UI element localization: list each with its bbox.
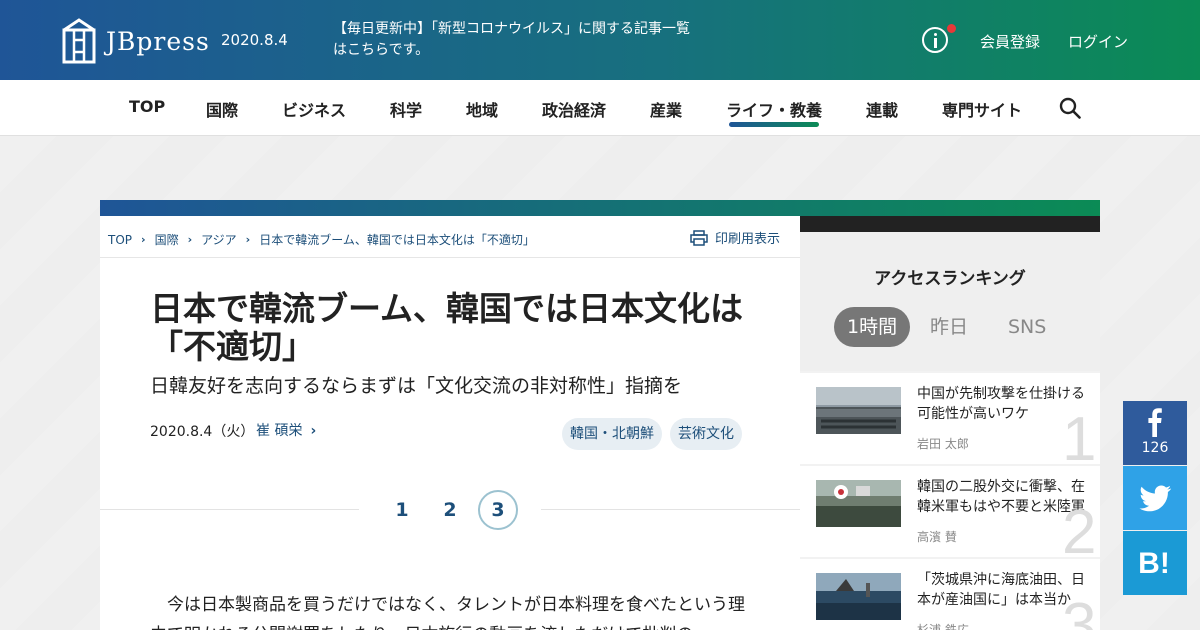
article-title: 日本で韓流ブーム、韓国では日本文化は「不適切」	[150, 289, 744, 366]
nav-item-region[interactable]: 地域	[466, 97, 498, 121]
nav-item-industry[interactable]: 産業	[650, 97, 682, 121]
ranking-tab-1hour[interactable]: 1時間	[834, 307, 911, 347]
site-logo[interactable]: JBpress	[60, 16, 210, 66]
ranking-item-author: 高濱 賛	[917, 530, 957, 544]
page-link-3-current[interactable]: 3	[478, 490, 518, 530]
ranking-item-author: 杉浦 鉄広	[917, 623, 969, 630]
article-body: 今は日本製商品を買うだけではなく、タレントが日本料理を食べたという理由で叩かれる…	[150, 595, 745, 630]
ranking-number: 1	[1062, 405, 1097, 465]
top-header: JBpress 2020.8.4 【毎日更新中】「新型コロナウイルス」に関する記…	[0, 0, 1200, 80]
facebook-icon	[1148, 408, 1162, 437]
nav-item-top[interactable]: TOP	[129, 97, 165, 116]
twitter-icon	[1139, 485, 1172, 512]
login-link[interactable]: ログイン	[1068, 31, 1128, 52]
sidebar-top-bar	[800, 216, 1100, 232]
print-label: 印刷用表示	[715, 232, 781, 247]
facebook-share-button[interactable]: 126	[1123, 401, 1187, 465]
tag-arts-culture[interactable]: 芸術文化	[670, 418, 742, 450]
facebook-share-count: 126	[1141, 440, 1169, 456]
header-date: 2020.8.4	[221, 31, 288, 49]
twitter-share-button[interactable]	[1123, 466, 1187, 530]
ranking-header: アクセスランキング 1時間 昨日 SNS	[800, 232, 1100, 371]
ranking-thumbnail	[816, 573, 901, 620]
nav-item-science[interactable]: 科学	[390, 97, 422, 121]
breadcrumb-current[interactable]: 日本で韓流ブーム、韓国では日本文化は「不適切」	[259, 231, 535, 248]
ranking-item[interactable]: 「茨城県沖に海底油田、日本が産油国に」は本当か 杉浦 鉄広 3	[800, 559, 1100, 630]
ranking-thumbnail	[816, 480, 901, 527]
breadcrumb-international[interactable]: 国際	[155, 231, 179, 248]
printer-icon	[690, 229, 708, 246]
article-subtitle: 日韓友好を志向するならまずは「文化交流の非対称性」指摘を	[150, 375, 683, 397]
ranking-number: 3	[1062, 591, 1097, 630]
ranking-title: アクセスランキング	[874, 269, 1026, 289]
breadcrumb: TOP › 国際 › アジア › 日本で韓流ブーム、韓国では日本文化は「不適切」	[108, 231, 535, 248]
print-view-button[interactable]: 印刷用表示	[690, 228, 780, 247]
breadcrumb-separator: ›	[141, 233, 146, 246]
content-accent-bar	[100, 200, 1100, 216]
member-register-link[interactable]: 会員登録	[980, 31, 1040, 52]
breadcrumb-separator: ›	[187, 233, 193, 246]
ranking-sidebar: アクセスランキング 1時間 昨日 SNS 中国が先制攻撃を仕掛ける可能性が高いワ…	[800, 232, 1100, 630]
ranking-item[interactable]: 韓国の二股外交に衝撃、在韓米軍もはや不要と米陸軍 高濱 賛 2	[800, 466, 1100, 557]
nav-item-international[interactable]: 国際	[206, 97, 238, 121]
nav-item-politics-economy[interactable]: 政治経済	[542, 97, 606, 121]
hatena-bookmark-button[interactable]: B!	[1123, 531, 1187, 595]
chevron-right-icon: ›	[310, 423, 317, 439]
ranking-number: 2	[1062, 498, 1097, 558]
nav-item-special-sites[interactable]: 専門サイト	[942, 97, 1022, 121]
breadcrumb-divider	[100, 257, 800, 258]
ranking-tab-yesterday[interactable]: 昨日	[930, 307, 968, 347]
author-link[interactable]: 崔 碩栄 ›	[256, 420, 316, 440]
covid-notice-link[interactable]: 【毎日更新中】「新型コロナウイルス」に関する記事一覧はこちらです。	[333, 19, 693, 61]
page-link-1[interactable]: 1	[382, 490, 422, 530]
search-icon[interactable]	[1059, 97, 1081, 119]
pager-divider-right	[541, 509, 800, 510]
jbpress-logo-icon	[62, 18, 96, 64]
notification-dot	[947, 24, 956, 33]
nav-item-business[interactable]: ビジネス	[282, 97, 346, 121]
article-date: 2020.8.4（火）	[150, 424, 255, 440]
ranking-tab-sns[interactable]: SNS	[1008, 307, 1046, 347]
nav-active-indicator	[729, 122, 819, 127]
article-panel: TOP › 国際 › アジア › 日本で韓流ブーム、韓国では日本文化は「不適切」…	[100, 216, 800, 630]
info-icon[interactable]	[922, 27, 948, 53]
nav-item-series[interactable]: 連載	[866, 97, 898, 121]
breadcrumb-asia[interactable]: アジア	[201, 231, 237, 248]
breadcrumb-separator: ›	[245, 233, 251, 246]
page-link-2[interactable]: 2	[430, 490, 470, 530]
pager-divider-left	[100, 509, 359, 510]
ranking-item-author: 岩田 太郎	[917, 437, 969, 451]
tag-korea-north-korea[interactable]: 韓国・北朝鮮	[562, 418, 662, 450]
main-nav: TOP 国際 ビジネス 科学 地域 政治経済 産業 ライフ・教養 連載 専門サイ…	[0, 80, 1200, 136]
logo-text: JBpress	[106, 26, 210, 56]
ranking-item[interactable]: 中国が先制攻撃を仕掛ける可能性が高いワケ 岩田 太郎 1	[800, 373, 1100, 464]
ranking-thumbnail	[816, 387, 901, 434]
nav-item-life-culture[interactable]: ライフ・教養	[726, 97, 822, 121]
breadcrumb-top[interactable]: TOP	[108, 233, 132, 247]
hatena-bookmark-icon: B!	[1138, 547, 1170, 580]
author-name: 崔 碩栄	[256, 423, 303, 439]
svg-text:B!: B!	[1138, 547, 1170, 580]
